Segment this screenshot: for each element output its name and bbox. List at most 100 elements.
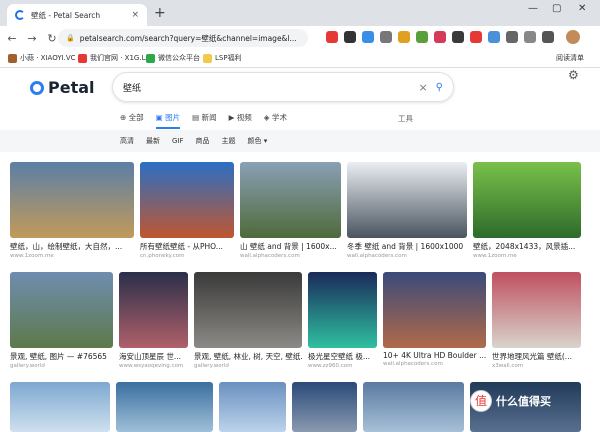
forward-icon[interactable]: → — [24, 32, 40, 45]
image-result-card[interactable]: 壁纸，2048x1433，风景插... www.1zoom.me — [473, 162, 581, 259]
result-title[interactable]: 世界地理风光篇 壁纸(... — [492, 351, 581, 362]
gear-icon[interactable]: ⚙ — [568, 68, 579, 82]
extension-icon[interactable] — [434, 31, 446, 43]
image-result-card[interactable] — [10, 382, 110, 432]
address-bar[interactable]: 🔒 petalsearch.com/search?query=壁纸&channe… — [58, 29, 308, 47]
result-title[interactable]: 壁纸，山，绘制壁纸，大自然，... — [10, 241, 134, 252]
result-thumbnail[interactable] — [292, 382, 357, 432]
extension-icon[interactable] — [344, 31, 356, 43]
result-thumbnail[interactable] — [140, 162, 234, 238]
tab-videos[interactable]: ▶ 视频 — [229, 112, 252, 129]
tab-title: 壁纸 - Petal Search — [31, 10, 101, 20]
extension-icon[interactable] — [398, 31, 410, 43]
result-thumbnail[interactable] — [308, 272, 377, 348]
image-result-card[interactable] — [116, 382, 213, 432]
filter-gif[interactable]: GIF — [172, 137, 184, 145]
browser-tab[interactable]: 壁纸 - Petal Search × — [7, 4, 147, 26]
result-thumbnail[interactable] — [194, 272, 302, 348]
bookmark-item[interactable]: 我们官网 · X1G.LA — [78, 53, 150, 63]
image-result-card[interactable]: 10+ 4K Ultra HD Boulder ... wall.alphacod… — [383, 272, 486, 367]
filter-hd[interactable]: 高清 — [120, 136, 134, 146]
result-thumbnail[interactable] — [473, 162, 581, 238]
image-result-card[interactable]: 所有壁纸壁纸 - 从PHO... cn.phoneky.com — [140, 162, 234, 259]
result-thumbnail[interactable] — [363, 382, 464, 432]
result-thumbnail[interactable] — [119, 272, 188, 348]
result-title[interactable]: 壁纸，2048x1433，风景插... — [473, 241, 581, 252]
result-source: cn.phoneky.com — [140, 253, 185, 259]
maximize-icon[interactable]: ▢ — [552, 3, 561, 14]
tab-images[interactable]: ▣ 图片 — [155, 112, 181, 129]
loading-icon — [15, 10, 25, 20]
bookmark-item[interactable]: LSP福利 — [203, 53, 242, 63]
result-thumbnail[interactable] — [347, 162, 467, 238]
image-result-card[interactable]: 山 壁纸 and 背景 | 1600x... wall.alphacoders.c… — [240, 162, 341, 259]
result-title[interactable]: 景观, 壁纸, 图片 — #76565 — [10, 351, 113, 362]
reading-list[interactable]: 阅读清单 — [556, 53, 584, 63]
image-result-card[interactable]: 壁纸，山，绘制壁纸，大自然，... www.1zoom.me — [10, 162, 134, 259]
tab-news[interactable]: ▤ 新闻 — [192, 112, 216, 129]
result-thumbnail[interactable] — [219, 382, 286, 432]
result-thumbnail[interactable] — [240, 162, 341, 238]
filter-products[interactable]: 商品 — [196, 136, 210, 146]
search-input[interactable]: 壁纸 — [123, 81, 418, 94]
close-tab-icon[interactable]: × — [131, 10, 139, 20]
result-title[interactable]: 极光星空壁纸 极... — [308, 351, 377, 362]
folder-icon — [203, 53, 212, 63]
tab-all[interactable]: ⊕ 全部 — [120, 112, 144, 129]
image-result-card[interactable]: 世界地理风光篇 壁纸(... x3wall.com — [492, 272, 581, 369]
result-title[interactable]: 10+ 4K Ultra HD Boulder ... — [383, 351, 486, 360]
watermark-logo-icon: 值 — [470, 390, 492, 412]
result-thumbnail[interactable] — [10, 272, 113, 348]
back-icon[interactable]: ← — [4, 32, 20, 45]
result-source: www.1zoom.me — [10, 253, 54, 259]
extension-icon[interactable] — [416, 31, 428, 43]
puzzle-icon[interactable] — [542, 31, 554, 43]
extension-icon[interactable] — [380, 31, 392, 43]
image-result-card[interactable]: 景观, 壁纸, 林业, 树, 天空, 壁纸... gallery.world — [194, 272, 302, 369]
filter-color[interactable]: 颜色 ▾ — [248, 136, 268, 146]
extension-icon[interactable] — [326, 31, 338, 43]
extension-icon[interactable] — [470, 31, 482, 43]
extension-icon[interactable] — [506, 31, 518, 43]
extension-icon[interactable] — [488, 31, 500, 43]
petal-logo[interactable]: Petal — [30, 78, 95, 97]
result-title[interactable]: 冬季 壁纸 and 背景 | 1600x1000 — [347, 241, 467, 252]
result-source: x3wall.com — [492, 363, 524, 369]
search-icon[interactable]: ⚲ — [436, 82, 443, 93]
image-result-card[interactable] — [292, 382, 357, 432]
image-result-card[interactable]: 冬季 壁纸 and 背景 | 1600x1000 wall.alphacoders… — [347, 162, 467, 259]
extension-icon[interactable] — [452, 31, 464, 43]
tools-button[interactable]: 工具 — [398, 113, 413, 124]
extension-icon[interactable] — [524, 31, 536, 43]
filter-theme[interactable]: 主题 — [222, 136, 236, 146]
minimize-icon[interactable]: — — [528, 3, 538, 14]
image-result-card[interactable] — [219, 382, 286, 432]
search-box[interactable]: 壁纸 × ⚲ — [112, 72, 454, 102]
extension-icon[interactable] — [362, 31, 374, 43]
image-result-card[interactable] — [363, 382, 464, 432]
petal-logo-icon — [30, 80, 44, 95]
result-source: wall.alphacoders.com — [347, 253, 407, 259]
bookmark-item[interactable]: 小蒜 · XIAOYI.VC — [8, 53, 76, 63]
new-tab-button[interactable]: + — [154, 5, 166, 21]
tab-academic[interactable]: ◈ 学术 — [264, 112, 287, 129]
image-result-card[interactable]: 极光星空壁纸 极... www.zz960.com — [308, 272, 377, 369]
result-title[interactable]: 所有壁纸壁纸 - 从PHO... — [140, 241, 234, 252]
result-title[interactable]: 景观, 壁纸, 林业, 树, 天空, 壁纸... — [194, 351, 302, 362]
close-window-icon[interactable]: ✕ — [578, 3, 586, 14]
result-thumbnail[interactable] — [10, 382, 110, 432]
filter-latest[interactable]: 最新 — [146, 136, 160, 146]
result-thumbnail[interactable] — [116, 382, 213, 432]
result-title[interactable]: 山 壁纸 and 背景 | 1600x... — [240, 241, 341, 252]
result-title[interactable]: 海安山顶星辰 世... — [119, 351, 188, 362]
result-thumbnail[interactable] — [383, 272, 486, 348]
result-thumbnail[interactable] — [492, 272, 581, 348]
image-result-card[interactable]: 景观, 壁纸, 图片 — #76565 gallery.world — [10, 272, 113, 369]
image-result-card[interactable]: 海安山顶星辰 世... www.wsyaoqeving.com — [119, 272, 188, 369]
watermark: 值 什么值得买 — [470, 390, 551, 412]
result-thumbnail[interactable] — [10, 162, 134, 238]
clear-icon[interactable]: × — [418, 81, 427, 94]
url-text[interactable]: petalsearch.com/search?query=壁纸&channel=… — [80, 33, 300, 44]
bookmark-item[interactable]: 微信公众平台 — [146, 53, 200, 63]
avatar[interactable] — [566, 30, 580, 44]
